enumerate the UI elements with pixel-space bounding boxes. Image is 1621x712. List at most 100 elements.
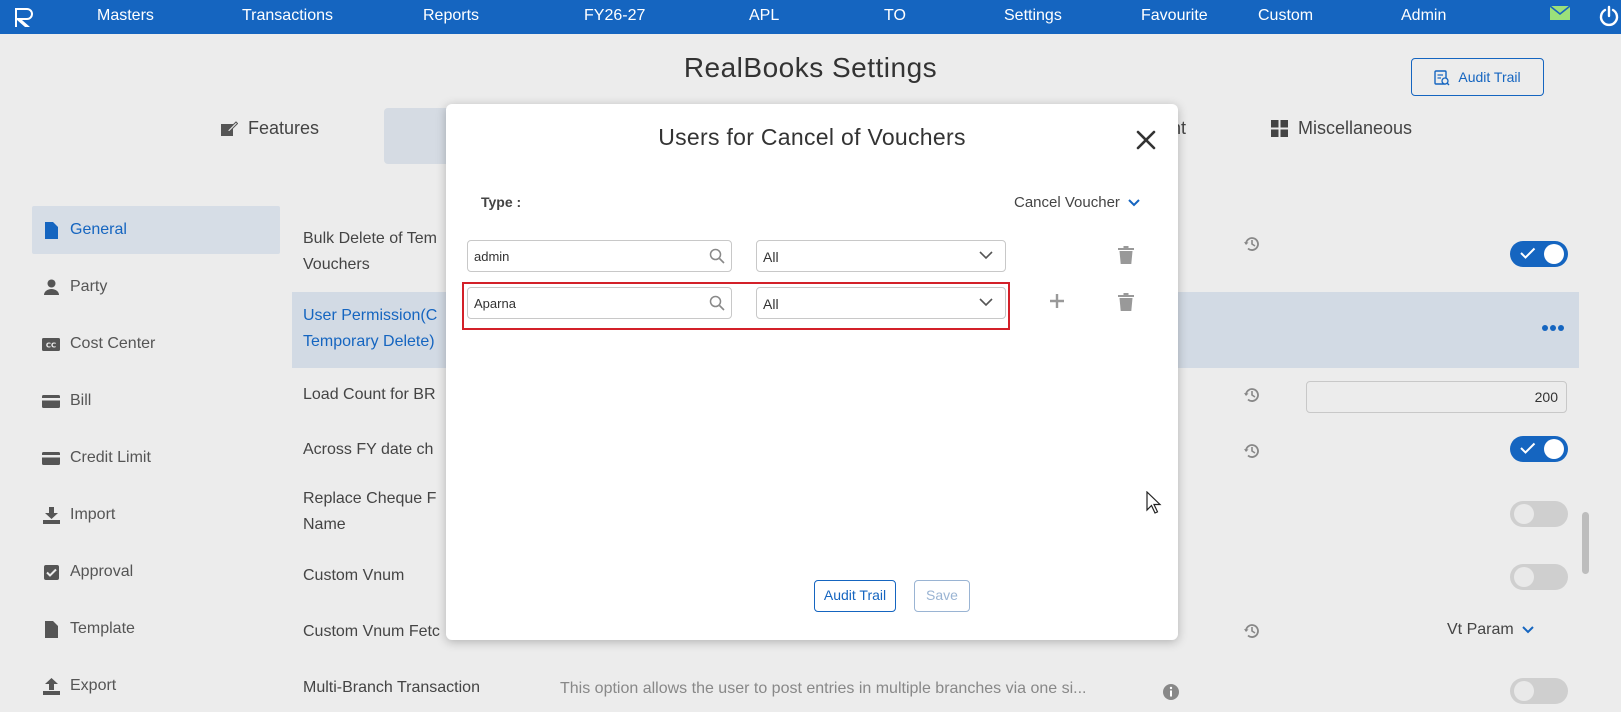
mail-icon[interactable] — [1549, 4, 1571, 22]
grid-icon — [1271, 120, 1288, 137]
toggle-knob — [1514, 681, 1534, 701]
setting-across-fy: Across FY date ch — [303, 441, 434, 458]
mouse-cursor-icon — [1146, 491, 1162, 514]
history-icon[interactable] — [1243, 235, 1261, 253]
setting-label-line: Temporary Delete) — [303, 333, 435, 350]
setting-label-line: User Permission(C — [303, 307, 438, 324]
sidebar-item-template[interactable]: Template — [32, 605, 280, 653]
setting-label-line: Bulk Delete of Tem — [303, 230, 437, 247]
permission-select[interactable]: All — [756, 240, 1006, 272]
multi-branch-toggle[interactable] — [1510, 678, 1568, 704]
nav-financial-year[interactable]: FY26-27 — [584, 0, 645, 34]
sidebar-item-label: Export — [70, 677, 117, 694]
load-count-input[interactable]: 200 — [1306, 381, 1567, 413]
type-value: Cancel Voucher — [1014, 194, 1120, 211]
info-icon[interactable] — [1162, 683, 1180, 701]
add-row-icon[interactable] — [1048, 292, 1066, 310]
tab-features-label: Features — [248, 118, 320, 138]
search-icon[interactable] — [709, 248, 725, 264]
nav-apl[interactable]: APL — [749, 0, 779, 34]
setting-custom-vnum: Custom Vnum — [303, 567, 405, 584]
sidebar-item-bill[interactable]: Bill — [32, 377, 280, 425]
sidebar-item-credit-limit[interactable]: Credit Limit — [32, 434, 280, 482]
close-icon[interactable] — [1134, 128, 1158, 152]
sidebar-item-general[interactable]: General — [32, 206, 280, 254]
audit-trail-button[interactable]: Audit Trail — [814, 580, 896, 612]
setting-label-line: Replace Cheque F — [303, 490, 437, 507]
nav-masters[interactable]: Masters — [97, 0, 154, 34]
custom-vnum-toggle[interactable] — [1510, 564, 1568, 590]
page-title: RealBooks Settings — [683, 52, 938, 83]
setting-bulk-delete: Bulk Delete of Tem Vouchers — [303, 226, 437, 278]
sidebar-item-approval[interactable]: Approval — [32, 548, 280, 596]
user-value: admin — [474, 249, 510, 264]
tab-miscellaneous[interactable]: Miscellaneous — [1271, 118, 1412, 139]
multi-branch-description: This option allows the user to post entr… — [560, 680, 1087, 697]
history-icon[interactable] — [1243, 442, 1261, 460]
sidebar-item-import[interactable]: Import — [32, 491, 280, 539]
card-icon — [42, 449, 60, 467]
check-icon — [1520, 442, 1536, 454]
sidebar-item-label: Cost Center — [70, 335, 156, 352]
setting-label-line: Vouchers — [303, 256, 370, 273]
chevron-down-icon — [1521, 626, 1534, 634]
checkbox-icon — [42, 563, 60, 581]
across-fy-toggle[interactable] — [1510, 436, 1568, 462]
nav-admin[interactable]: Admin — [1401, 0, 1446, 34]
nav-favourite[interactable]: Favourite — [1141, 0, 1208, 34]
nav-to[interactable]: TO — [884, 0, 906, 34]
setting-custom-vnum-fetch: Custom Vnum Fetc — [303, 623, 440, 640]
custom-vnum-fetch-value: Vt Param — [1447, 621, 1514, 638]
toggle-knob — [1514, 567, 1534, 587]
toggle-knob — [1544, 244, 1564, 264]
nav-transactions[interactable]: Transactions — [242, 0, 333, 34]
highlight-annotation-box — [462, 282, 1010, 330]
bulk-delete-toggle[interactable] — [1510, 241, 1568, 267]
document-icon — [42, 620, 60, 638]
page-scrollbar[interactable] — [1582, 512, 1589, 574]
audit-icon — [1434, 69, 1450, 85]
upload-icon — [42, 677, 60, 695]
sidebar-item-label: Import — [70, 506, 116, 523]
sidebar-item-label: Template — [70, 620, 135, 637]
sidebar-item-export[interactable]: Export — [32, 662, 280, 710]
delete-icon[interactable] — [1118, 293, 1134, 311]
realbooks-logo-icon[interactable] — [12, 6, 36, 28]
svg-text:CC: CC — [46, 341, 56, 349]
replace-cheque-toggle[interactable] — [1510, 501, 1568, 527]
save-button[interactable]: Save — [914, 580, 970, 612]
history-icon[interactable] — [1243, 386, 1261, 404]
sidebar-item-label: General — [70, 221, 127, 238]
setting-user-permission[interactable]: User Permission(C Temporary Delete) — [303, 303, 437, 355]
history-icon[interactable] — [1243, 622, 1261, 640]
setting-multi-branch: Multi-Branch Transaction — [303, 679, 480, 696]
audit-trail-button[interactable]: Audit Trail — [1411, 58, 1544, 96]
users-cancel-vouchers-modal: Users for Cancel of Vouchers Type : Canc… — [446, 104, 1178, 640]
nav-reports[interactable]: Reports — [423, 0, 479, 34]
type-select[interactable]: Cancel Voucher — [1014, 194, 1140, 211]
power-icon[interactable] — [1598, 5, 1620, 27]
toggle-knob — [1544, 439, 1564, 459]
setting-replace-cheque: Replace Cheque F Name — [303, 486, 436, 538]
sidebar-item-label: Credit Limit — [70, 449, 151, 466]
permission-value: All — [763, 249, 779, 265]
tab-features[interactable]: Features — [220, 118, 319, 139]
top-navigation-bar: Masters Transactions Reports FY26-27 APL… — [0, 0, 1621, 34]
edit-icon — [221, 120, 238, 136]
sidebar-item-party[interactable]: Party — [32, 263, 280, 311]
card-icon — [42, 392, 60, 410]
custom-vnum-fetch-select[interactable]: Vt Param — [1447, 621, 1534, 639]
delete-icon[interactable] — [1118, 246, 1134, 264]
user-search-input[interactable]: admin — [467, 240, 732, 272]
sidebar-item-cost-center[interactable]: CC Cost Center — [32, 320, 280, 368]
download-icon — [42, 506, 60, 524]
sidebar-item-label: Approval — [70, 563, 134, 580]
nav-custom[interactable]: Custom — [1258, 0, 1313, 34]
more-options-icon[interactable] — [1541, 324, 1565, 332]
type-label: Type : — [481, 194, 522, 210]
audit-trail-label: Audit Trail — [1458, 69, 1521, 85]
modal-title: Users for Cancel of Vouchers — [658, 124, 966, 150]
nav-settings[interactable]: Settings — [1004, 0, 1062, 34]
setting-label-line: Name — [303, 516, 346, 533]
sidebar-item-label: Party — [70, 278, 108, 295]
